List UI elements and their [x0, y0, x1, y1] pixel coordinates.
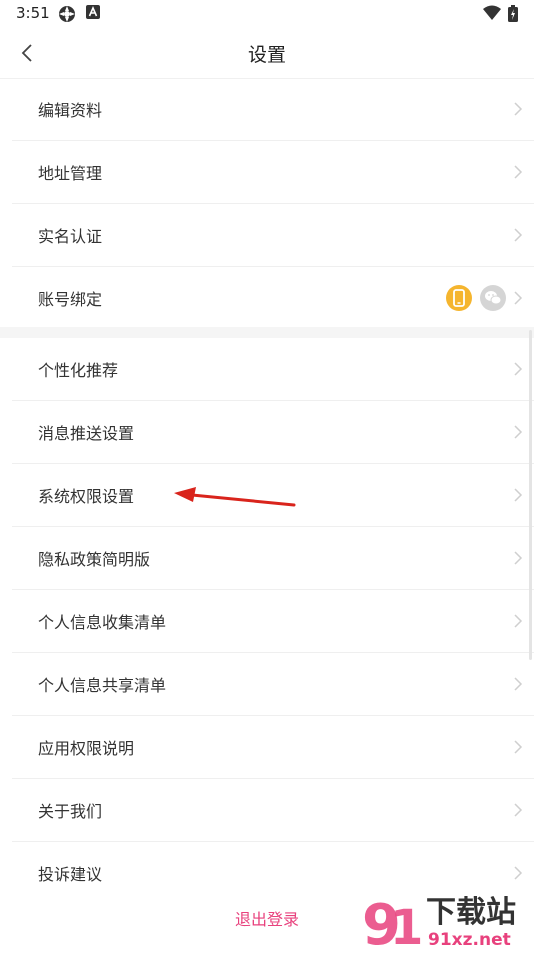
watermark-brand: 下载站 [426, 895, 516, 930]
row-label: 实名认证 [38, 227, 103, 246]
personalized-recommendation-row[interactable]: 个性化推荐 [12, 338, 534, 401]
wifi-icon [483, 5, 501, 20]
page-title: 设置 [247, 44, 286, 66]
section-separator [0, 327, 534, 338]
status-bar: 3:51 [0, 0, 534, 28]
personal-info-collection-list-row[interactable]: 个人信息收集清单 [12, 590, 534, 653]
svg-text:1: 1 [390, 900, 423, 950]
chevron-right-icon [514, 291, 523, 305]
row-label: 投诉建议 [38, 865, 103, 884]
chevron-right-icon [514, 677, 523, 691]
row-label: 编辑资料 [38, 101, 103, 120]
row-label: 地址管理 [38, 164, 103, 183]
account-settings-group: 编辑资料 地址管理 实名认证 账号绑定 [0, 78, 534, 329]
chevron-right-icon [514, 362, 523, 376]
real-name-verification-row[interactable]: 实名认证 [12, 204, 534, 267]
app-permission-description-row[interactable]: 应用权限说明 [12, 716, 534, 779]
battery-icon [508, 5, 518, 22]
row-label: 系统权限设置 [38, 487, 135, 506]
status-time: 3:51 [16, 4, 50, 22]
chevron-right-icon [514, 614, 523, 628]
row-label: 关于我们 [38, 802, 103, 821]
phone-icon [446, 285, 472, 311]
scrollbar[interactable] [529, 330, 532, 660]
chevron-right-icon [514, 102, 523, 116]
chevron-right-icon [514, 228, 523, 242]
address-management-row[interactable]: 地址管理 [12, 141, 534, 204]
row-label: 隐私政策简明版 [38, 550, 151, 569]
nav-bar: 设置 [0, 28, 534, 79]
row-label: 消息推送设置 [38, 424, 135, 443]
chevron-right-icon [514, 866, 523, 880]
row-label: 个人信息收集清单 [38, 613, 167, 632]
chevron-right-icon [514, 425, 523, 439]
font-a-icon [86, 5, 100, 19]
general-settings-group: 个性化推荐 消息推送设置 系统权限设置 隐私政策简明版 个人信息收集清单 个人信… [0, 338, 534, 904]
privacy-policy-summary-row[interactable]: 隐私政策简明版 [12, 527, 534, 590]
personal-info-sharing-list-row[interactable]: 个人信息共享清单 [12, 653, 534, 716]
edit-profile-row[interactable]: 编辑资料 [12, 78, 534, 141]
watermark-site: 91xz.net [428, 930, 511, 950]
row-label: 应用权限说明 [38, 739, 135, 758]
push-notification-settings-row[interactable]: 消息推送设置 [12, 401, 534, 464]
account-binding-row[interactable]: 账号绑定 [12, 267, 534, 329]
row-label: 账号绑定 [38, 290, 103, 309]
chevron-right-icon [514, 488, 523, 502]
chevron-right-icon [514, 165, 523, 179]
chevron-right-icon [514, 803, 523, 817]
chevron-right-icon [514, 740, 523, 754]
row-label: 个性化推荐 [38, 361, 119, 380]
row-label: 个人信息共享清单 [38, 676, 167, 695]
binding-status-icons [446, 285, 506, 311]
wechat-icon [480, 285, 506, 311]
chevron-right-icon [514, 551, 523, 565]
annotation-arrow-icon [174, 487, 296, 507]
app-notification-icon [59, 6, 75, 22]
site-watermark: 9 1 下载站 91xz.net [360, 890, 532, 954]
about-us-row[interactable]: 关于我们 [12, 779, 534, 842]
